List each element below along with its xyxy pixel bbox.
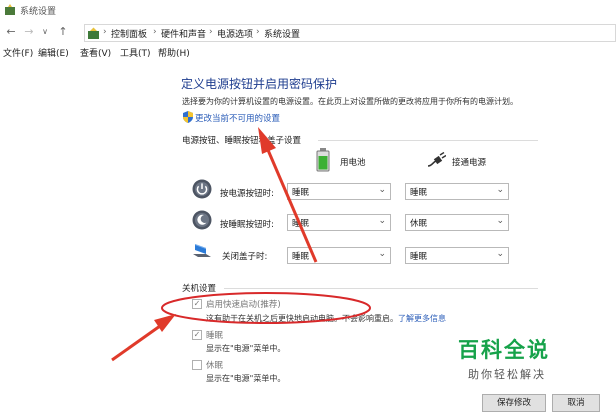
watermark-subtitle: 助你轻松解决 — [468, 368, 546, 381]
close-lid-label: 关闭盖子时: — [222, 252, 268, 262]
laptop-lid-icon — [193, 244, 211, 257]
section-divider — [224, 288, 538, 289]
breadcrumb-control-panel[interactable]: 控制面板 — [111, 27, 147, 40]
chevron-down-icon: ⌄ — [378, 249, 386, 259]
breadcrumb-power-options[interactable]: 电源选项 — [217, 27, 253, 40]
power-button-battery-select[interactable]: 睡眠 ⌄ — [287, 183, 391, 200]
title-bar: 系统设置 — [0, 0, 616, 20]
hibernate-option-description: 显示在"电源"菜单中。 — [206, 374, 286, 383]
learn-more-link[interactable]: 了解更多信息 — [398, 314, 446, 323]
close-lid-battery-select[interactable]: 睡眠 ⌄ — [287, 247, 391, 264]
menu-file[interactable]: 文件(F) — [3, 46, 33, 59]
fast-startup-label: 启用快速启动(推荐) — [206, 300, 281, 310]
breadcrumb-separator: › — [209, 27, 213, 37]
sleep-option-label: 睡眠 — [206, 331, 224, 341]
sleep-option-description: 显示在"电源"菜单中。 — [206, 344, 286, 353]
sleep-button-icon — [192, 210, 212, 230]
power-button-plugged-select[interactable]: 睡眠 ⌄ — [405, 183, 509, 200]
sleep-button-battery-select[interactable]: 睡眠 ⌄ — [287, 214, 391, 231]
sleep-checkbox[interactable]: ✓ — [192, 330, 202, 340]
breadcrumb-separator: › — [153, 27, 157, 37]
menu-help[interactable]: 帮助(H) — [158, 46, 190, 59]
hibernate-option-label: 休眠 — [206, 361, 224, 371]
plugged-in-column-label: 接通电源 — [452, 158, 487, 168]
breadcrumb-hardware-sound[interactable]: 硬件和声音 — [161, 27, 206, 40]
fast-startup-description: 这有助于在关机之后更快地启动电脑。不会影响重启。了解更多信息 — [206, 314, 446, 323]
chevron-down-icon: ⌄ — [496, 216, 504, 226]
breadcrumb-system-settings[interactable]: 系统设置 — [264, 27, 300, 40]
power-plug-icon — [428, 152, 446, 167]
breadcrumb-separator: › — [103, 27, 107, 37]
power-button-icon — [192, 179, 212, 199]
fast-startup-checkbox[interactable]: ✓ — [192, 299, 202, 309]
breadcrumb-separator: › — [256, 27, 260, 37]
sleep-button-plugged-select[interactable]: 休眠 ⌄ — [405, 214, 509, 231]
back-arrow-icon[interactable]: ← — [4, 25, 18, 39]
control-panel-icon — [88, 27, 99, 39]
power-button-label: 按电源按钮时: — [220, 189, 274, 199]
hibernate-checkbox[interactable] — [192, 360, 202, 370]
watermark-title: 百科全说 — [458, 338, 550, 362]
battery-icon — [316, 148, 330, 172]
menu-tools[interactable]: 工具(T) — [120, 46, 151, 59]
chevron-down-icon: ⌄ — [378, 216, 386, 226]
chevron-down-icon: ⌄ — [496, 185, 504, 195]
menu-view[interactable]: 查看(V) — [80, 46, 111, 59]
menu-edit[interactable]: 编辑(E) — [38, 46, 69, 59]
battery-column-label: 用电池 — [340, 158, 366, 168]
chevron-down-icon: ⌄ — [496, 249, 504, 259]
forward-arrow-icon[interactable]: → — [22, 25, 36, 39]
power-options-icon — [5, 4, 15, 15]
change-unavailable-settings-link[interactable]: 更改当前不可用的设置 — [195, 112, 280, 124]
address-bar: ← → ∨ ↑ › 控制面板 › 硬件和声音 › 电源选项 › 系统设置 — [0, 22, 616, 42]
menu-bar: 文件(F) 编辑(E) 查看(V) 工具(T) 帮助(H) — [0, 44, 616, 60]
section-divider — [318, 140, 538, 141]
recent-locations-chevron-icon[interactable]: ∨ — [38, 25, 52, 39]
shutdown-section-title: 关机设置 — [182, 284, 217, 294]
power-buttons-section-title: 电源按钮、睡眠按钮和盖子设置 — [182, 136, 302, 146]
save-changes-button[interactable]: 保存修改 — [482, 394, 546, 412]
cancel-button[interactable]: 取消 — [552, 394, 600, 412]
uac-shield-icon — [183, 111, 193, 123]
page-title: 定义电源按钮并启用密码保护 — [181, 77, 338, 91]
close-lid-plugged-select[interactable]: 睡眠 ⌄ — [405, 247, 509, 264]
window-title: 系统设置 — [20, 7, 57, 17]
chevron-down-icon: ⌄ — [378, 185, 386, 195]
breadcrumb[interactable]: › 控制面板 › 硬件和声音 › 电源选项 › 系统设置 — [84, 24, 616, 42]
up-arrow-icon[interactable]: ↑ — [56, 25, 70, 39]
page-description: 选择要为你的计算机设置的电源设置。在此页上对设置所做的更改将应用于你所有的电源计… — [182, 97, 518, 106]
sleep-button-label: 按睡眠按钮时: — [220, 220, 274, 230]
